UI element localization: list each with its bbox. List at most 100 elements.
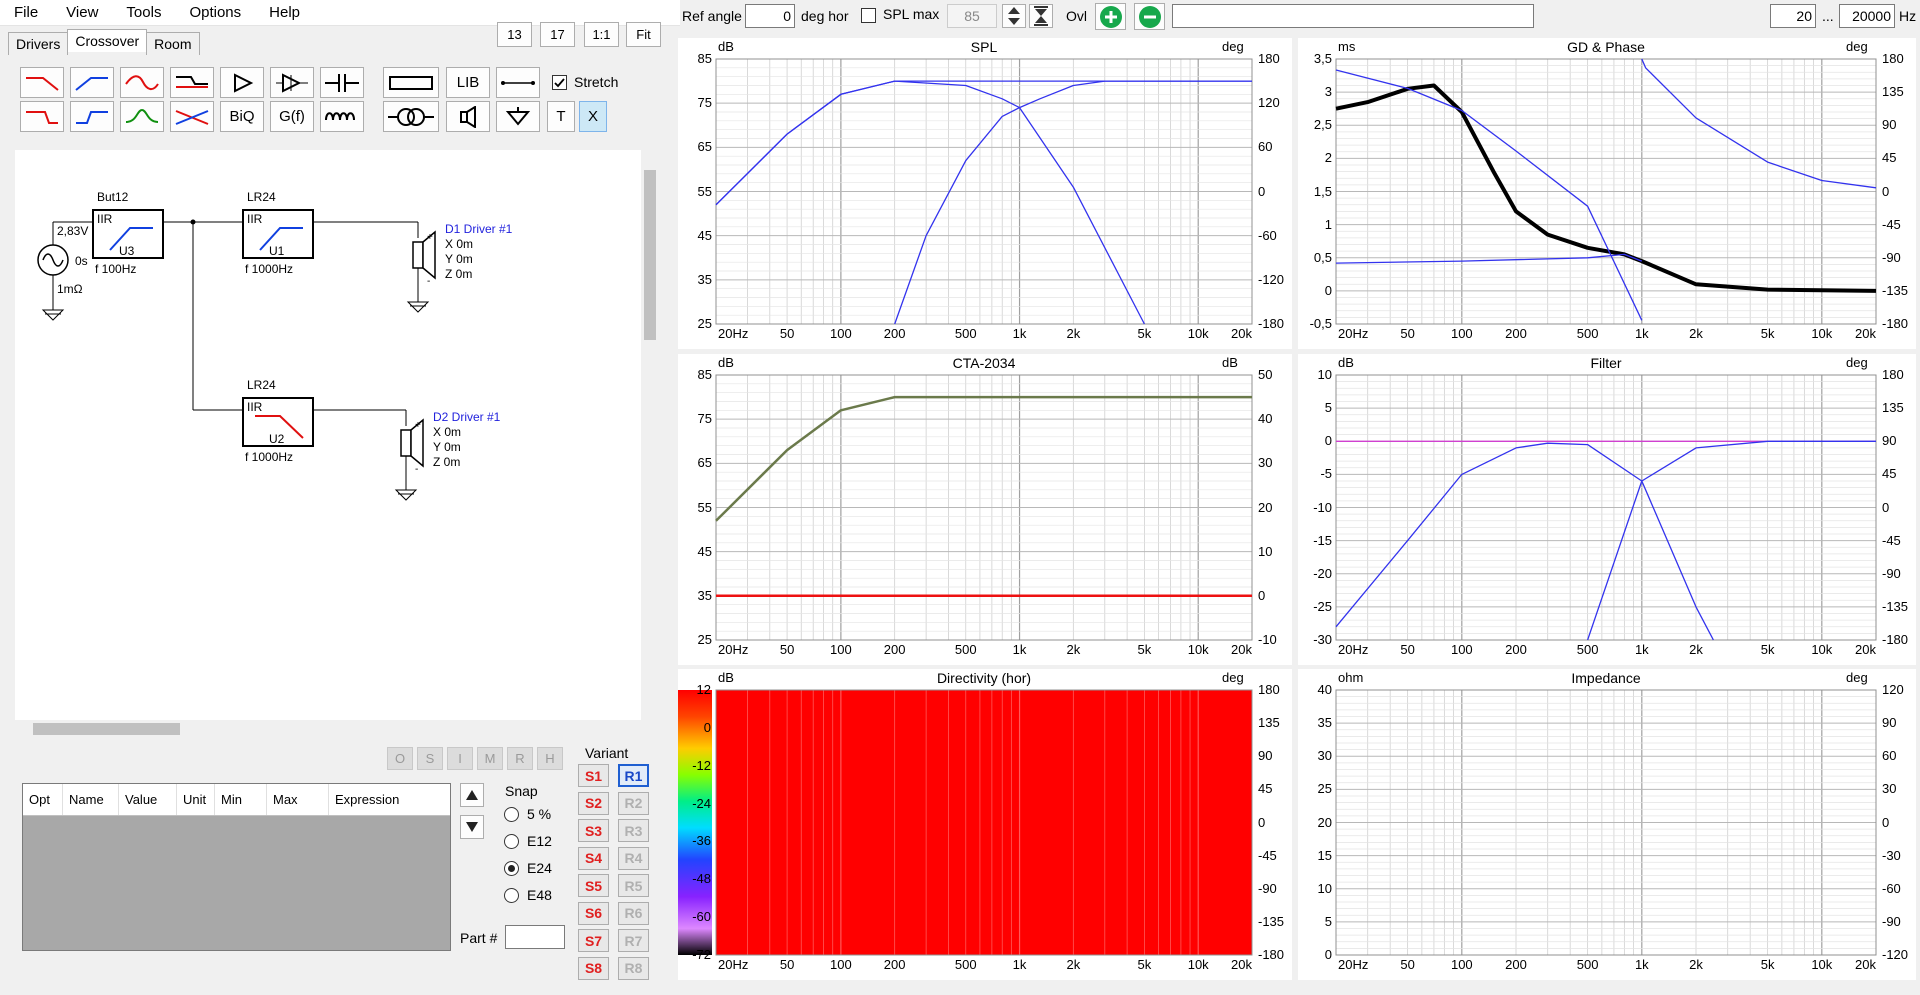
gain-tool[interactable] (220, 67, 264, 98)
cta-graph[interactable]: CTA-2034 dB dB 85 75 65 55 45 35 25 50 40 30 20 10 0 -10… (678, 354, 1292, 665)
allpass-red-tool[interactable] (120, 67, 164, 98)
menu-tools[interactable]: Tools (112, 0, 175, 26)
variant-s4-button[interactable]: S4 (578, 846, 609, 870)
variant-s7-button[interactable]: S7 (578, 929, 609, 952)
ground-tool[interactable] (496, 101, 540, 132)
peaking-green-tool[interactable] (120, 101, 164, 132)
menu-view[interactable]: View (52, 0, 112, 26)
vertical-scrollbar[interactable] (641, 148, 659, 720)
shelf-tool[interactable] (170, 67, 214, 98)
driver-tool[interactable] (446, 101, 490, 132)
variant-r3-button[interactable]: R3 (618, 819, 649, 842)
filter-ytick-2: 0 (1324, 433, 1332, 449)
variant-r4-button[interactable]: R4 (618, 846, 649, 870)
tab-room[interactable]: Room (146, 32, 200, 55)
col-opt[interactable]: Opt (23, 784, 63, 815)
variant-r8-button[interactable]: R8 (618, 956, 649, 980)
inductor-tool[interactable] (320, 101, 364, 132)
imp-y2tick-2: 60 (1882, 748, 1897, 764)
lowpass-red-tool[interactable] (20, 67, 64, 98)
delay-tool[interactable] (270, 67, 314, 98)
notch-tool[interactable] (170, 101, 214, 132)
highpass-blue-tool[interactable] (70, 67, 114, 98)
vertical-scroll-thumb[interactable] (644, 170, 656, 340)
resistor-tool[interactable] (383, 67, 439, 98)
zoom-1to1-button[interactable]: 1:1 (584, 22, 619, 47)
col-min[interactable]: Min (215, 784, 267, 815)
schematic-canvas[interactable]: + - + - 2,83V 0s 1mΩ But12 IIR U3 f 100H… (15, 148, 659, 720)
overlay-remove-button[interactable] (1134, 3, 1165, 30)
block-u1-id: U1 (269, 244, 285, 258)
opt-o-button[interactable]: O (387, 747, 413, 770)
col-expression[interactable]: Expression (329, 784, 449, 815)
variant-s5-button[interactable]: S5 (578, 874, 609, 897)
horizontal-scrollbar[interactable] (15, 720, 643, 738)
snap-e24-option[interactable]: E24 (504, 860, 552, 876)
zoom-17-button[interactable]: 17 (540, 22, 575, 47)
part-number-input[interactable] (505, 925, 565, 949)
variant-s3-button[interactable]: S3 (578, 819, 609, 842)
wire-tool[interactable] (496, 67, 540, 98)
freq-min-input[interactable] (1770, 4, 1816, 28)
col-unit[interactable]: Unit (177, 784, 215, 815)
spl-max-checkbox[interactable] (861, 8, 876, 23)
col-max[interactable]: Max (267, 784, 329, 815)
zoom-fit-button[interactable]: Fit (626, 22, 661, 47)
move-up-button[interactable] (460, 783, 484, 807)
menu-help[interactable]: Help (255, 0, 314, 26)
text-tool[interactable]: T (547, 101, 575, 132)
cta-y2tick-4: 10 (1258, 543, 1273, 559)
variant-r2-button[interactable]: R2 (618, 791, 649, 815)
stretch-checkbox[interactable] (552, 75, 567, 90)
variant-r6-button[interactable]: R6 (618, 901, 649, 925)
snap-e48-option[interactable]: E48 (504, 887, 552, 903)
variant-r5-button[interactable]: R5 (618, 874, 649, 897)
horizontal-scroll-thumb[interactable] (33, 723, 180, 735)
filter-graph[interactable]: Filter dB deg 10 5 0 -5 -10 -15 -20 -25 -30 180 135 90… (1298, 354, 1916, 665)
col-value[interactable]: Value (119, 784, 177, 815)
highpass-blue-2-tool[interactable] (70, 101, 114, 132)
spl-graph[interactable]: SPL dB deg 85 75 65 55 45 35 25 180 120 60 0 -60 -120 -1… (678, 38, 1292, 349)
menu-options[interactable]: Options (175, 0, 255, 26)
spl-collapse-button[interactable] (1029, 4, 1053, 28)
opt-r-button[interactable]: R (507, 747, 533, 770)
freq-max-input[interactable] (1839, 4, 1895, 28)
spl-spinner-button[interactable] (1002, 4, 1026, 28)
zoom-13-button[interactable]: 13 (497, 22, 532, 47)
dir-graph[interactable]: Directivity (hor) dB deg 12 0 -12 -24 -36 -48 -60… (678, 669, 1292, 980)
opt-s-button[interactable]: S (417, 747, 443, 770)
tab-crossover[interactable]: Crossover (67, 29, 148, 52)
filter-left-unit: dB (1338, 355, 1354, 370)
transformer-tool[interactable] (383, 101, 439, 132)
tab-drivers[interactable]: Drivers (8, 32, 69, 55)
variant-s2-button[interactable]: S2 (578, 791, 609, 815)
opt-m-button[interactable]: M (477, 747, 503, 770)
snap-e12-option[interactable]: E12 (504, 833, 552, 849)
variant-r7-button[interactable]: R7 (618, 929, 649, 952)
gf-button[interactable]: G(f) (270, 101, 314, 132)
move-down-button[interactable] (460, 815, 484, 839)
overlay-input[interactable] (1172, 4, 1534, 28)
spl-max-input[interactable] (947, 4, 997, 28)
col-name[interactable]: Name (63, 784, 119, 815)
stretch-label: Stretch (574, 74, 619, 90)
snap-5pct-option[interactable]: 5 % (504, 806, 551, 822)
lowpass-red-2-tool[interactable] (20, 101, 64, 132)
ref-angle-input[interactable] (745, 4, 795, 28)
library-button[interactable]: LIB (446, 67, 490, 98)
overlay-add-button[interactable] (1095, 3, 1126, 30)
parameter-table[interactable]: Opt Name Value Unit Min Max Expression (22, 783, 451, 951)
gd-graph[interactable]: GD & Phase ms deg 3,5 3 2,5 2 1,5 1 0,5 0 -0,5 180 13… (1298, 38, 1916, 349)
capacitor-tool[interactable] (320, 67, 364, 98)
opt-i-button[interactable]: I (447, 747, 473, 770)
opt-h-button[interactable]: H (537, 747, 563, 770)
variant-r1-button[interactable]: R1 (618, 764, 649, 787)
delete-tool[interactable]: X (579, 101, 607, 132)
variant-s8-button[interactable]: S8 (578, 956, 609, 980)
variant-s1-button[interactable]: S1 (578, 764, 609, 787)
freq-range-dots: ... (1822, 8, 1834, 24)
imp-graph[interactable]: Impedance ohm deg 40 35 30 25 20 15 10 5 0 120 90 60 30… (1298, 669, 1916, 980)
biquad-button[interactable]: BiQ (220, 101, 264, 132)
variant-s6-button[interactable]: S6 (578, 901, 609, 925)
menu-file[interactable]: File (0, 0, 52, 26)
